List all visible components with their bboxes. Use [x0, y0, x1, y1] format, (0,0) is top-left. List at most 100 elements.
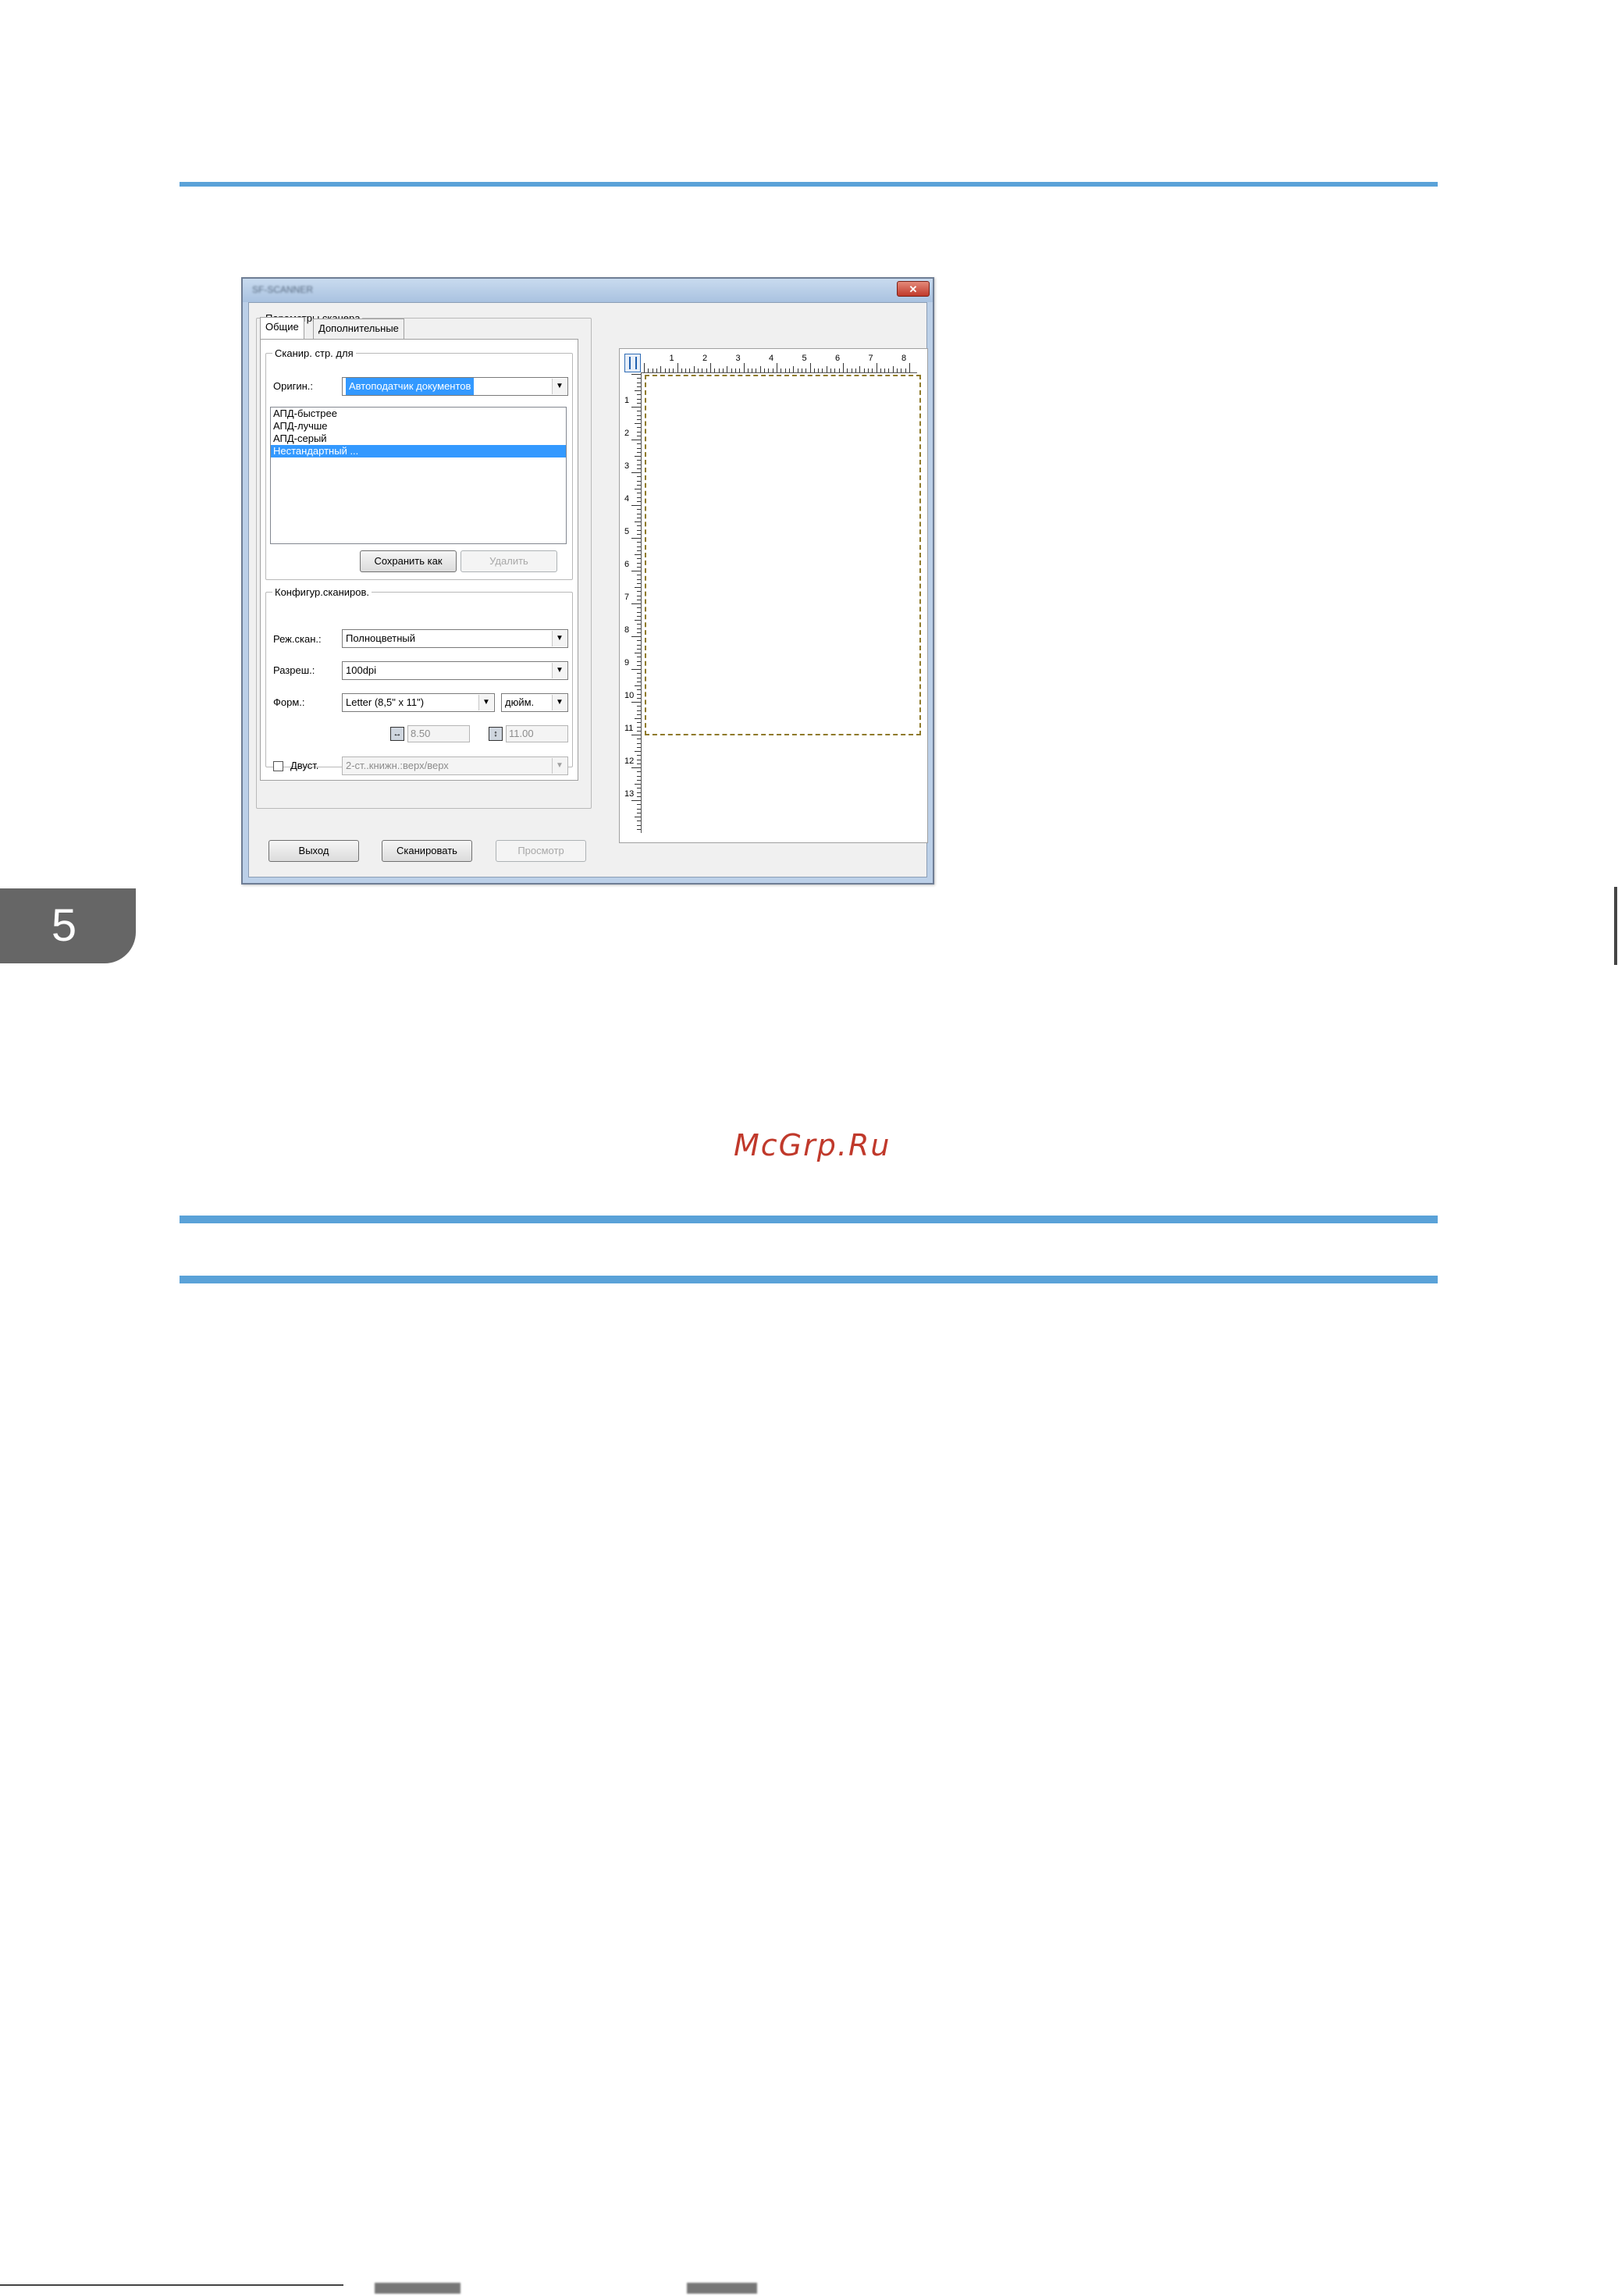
ruler-tick — [793, 366, 795, 372]
ruler-tick — [859, 366, 861, 372]
ruler-label: 2 — [624, 429, 630, 438]
unit-select[interactable]: дюйм. ▼ — [501, 693, 568, 712]
ruler-label: 2 — [702, 354, 708, 363]
format-select-value: Letter (8,5" x 11") — [346, 696, 425, 708]
height-arrows-icon: ↕ — [489, 727, 503, 741]
ruler-tick — [637, 443, 641, 445]
ruler-tick — [637, 546, 641, 547]
ruler-label: 3 — [624, 461, 630, 471]
duplex-select[interactable]: 2-ст..книжн.:верх/верх ▼ — [342, 756, 568, 775]
ruler-label: 8 — [901, 354, 907, 363]
ruler-tick — [822, 368, 823, 372]
tab-panel-general: Сканир. стр. для Оригин.: Автоподатчик д… — [260, 339, 578, 781]
scan-button[interactable]: Сканировать — [382, 840, 472, 862]
mode-select[interactable]: Полноцветный ▼ — [342, 629, 568, 648]
ruler-tick — [681, 368, 682, 372]
delete-button[interactable]: Удалить — [461, 550, 557, 572]
chapter-number: 5 — [51, 900, 77, 951]
ruler-tick — [809, 363, 811, 372]
ruler-tick — [637, 706, 641, 707]
ruler-tick — [637, 632, 641, 633]
chevron-down-icon: ▼ — [552, 631, 567, 646]
tab-additional[interactable]: Дополнительные — [313, 319, 404, 339]
ruler-label: 6 — [835, 354, 841, 363]
ruler-tick — [637, 533, 641, 535]
ruler-label: 10 — [624, 691, 635, 700]
ruler-tick — [637, 775, 641, 777]
resolution-label: Разреш.: — [273, 664, 315, 676]
ruler-tick — [838, 368, 840, 372]
resolution-select[interactable]: 100dpi ▼ — [342, 661, 568, 680]
ruler-tick — [637, 730, 641, 732]
chevron-down-icon: ▼ — [552, 695, 567, 710]
ruler-tick — [637, 607, 641, 609]
height-field[interactable]: 11.00 — [506, 725, 568, 742]
ruler-label: 13 — [624, 789, 635, 799]
ruler-tick — [637, 771, 641, 773]
original-select[interactable]: Автоподатчик документов ▼ — [342, 377, 568, 396]
ruler-tick — [693, 366, 695, 372]
ruler-tick — [637, 509, 641, 511]
ruler-tick — [784, 368, 786, 372]
tab-general[interactable]: Общие — [260, 317, 304, 339]
ruler-tick — [855, 368, 856, 372]
ruler-tick — [635, 554, 641, 555]
ruler-tick — [637, 394, 641, 396]
ruler-tick — [635, 751, 641, 752]
ruler-tick — [631, 767, 641, 768]
dialog-titlebar: SF-SCANNER ✕ — [243, 279, 933, 302]
ruler-tick — [637, 714, 641, 715]
ruler-tick — [631, 472, 641, 473]
original-select-value: Автоподатчик документов — [346, 378, 475, 395]
ruler-tick — [698, 368, 699, 372]
preview-button[interactable]: Просмотр — [496, 840, 586, 862]
exit-button[interactable]: Выход — [268, 840, 359, 862]
ruler-tick — [637, 476, 641, 478]
save-as-button[interactable]: Сохранить как — [360, 550, 457, 572]
ruler-tick — [637, 726, 641, 728]
preset-list[interactable]: АПД-быстрее АПД-лучше АПД-серый Нестанда… — [270, 407, 567, 544]
ruler-tick — [710, 363, 711, 372]
ruler-tick — [739, 368, 741, 372]
ruler-tick — [637, 525, 641, 527]
ruler-tick — [637, 550, 641, 551]
ruler-tick — [637, 804, 641, 806]
ruler-tick — [637, 640, 641, 642]
ruler-tick — [660, 366, 662, 372]
ruler-tick — [637, 562, 641, 564]
ruler-tick — [637, 746, 641, 748]
ruler-tick — [637, 792, 641, 793]
scan-area-selection[interactable] — [645, 375, 921, 735]
ruler-tick — [637, 566, 641, 568]
width-field[interactable]: 8.50 — [407, 725, 470, 742]
list-item-selected[interactable]: Нестандартный ... — [271, 445, 566, 457]
duplex-checkbox[interactable] — [273, 761, 283, 771]
format-select[interactable]: Letter (8,5" x 11") ▼ — [342, 693, 495, 712]
cut-off-text — [687, 2283, 757, 2294]
list-item[interactable]: АПД-быстрее — [271, 408, 566, 420]
ruler-tick — [631, 669, 641, 670]
ruler-tick — [631, 374, 641, 375]
horizontal-ruler: 1 2 3 4 5 6 7 8 — [641, 354, 917, 373]
ruler-tick — [637, 660, 641, 662]
ruler-tick — [648, 368, 649, 372]
preview-panel: 12345678 1 2 3 4 5 6 7 8 9 10 11 12 13 — [619, 348, 928, 843]
ruler-tick — [731, 368, 732, 372]
ruler-tick — [637, 378, 641, 379]
ruler-tick — [637, 828, 641, 830]
ruler-tick — [637, 418, 641, 420]
ruler-tick — [714, 368, 716, 372]
ruler-tick — [631, 407, 641, 408]
close-button[interactable]: ✕ — [897, 281, 930, 297]
ruler-tick — [897, 368, 898, 372]
ruler-corner-icon[interactable] — [624, 354, 641, 372]
ruler-tick — [637, 578, 641, 580]
ruler-tick — [637, 808, 641, 810]
chevron-down-icon: ▼ — [478, 695, 493, 710]
ruler-tick — [637, 484, 641, 486]
ruler-tick — [637, 398, 641, 400]
list-item[interactable]: АПД-серый — [271, 433, 566, 445]
ruler-tick — [768, 368, 770, 372]
list-item[interactable]: АПД-лучше — [271, 420, 566, 433]
mode-select-value: Полноцветный — [346, 632, 416, 644]
